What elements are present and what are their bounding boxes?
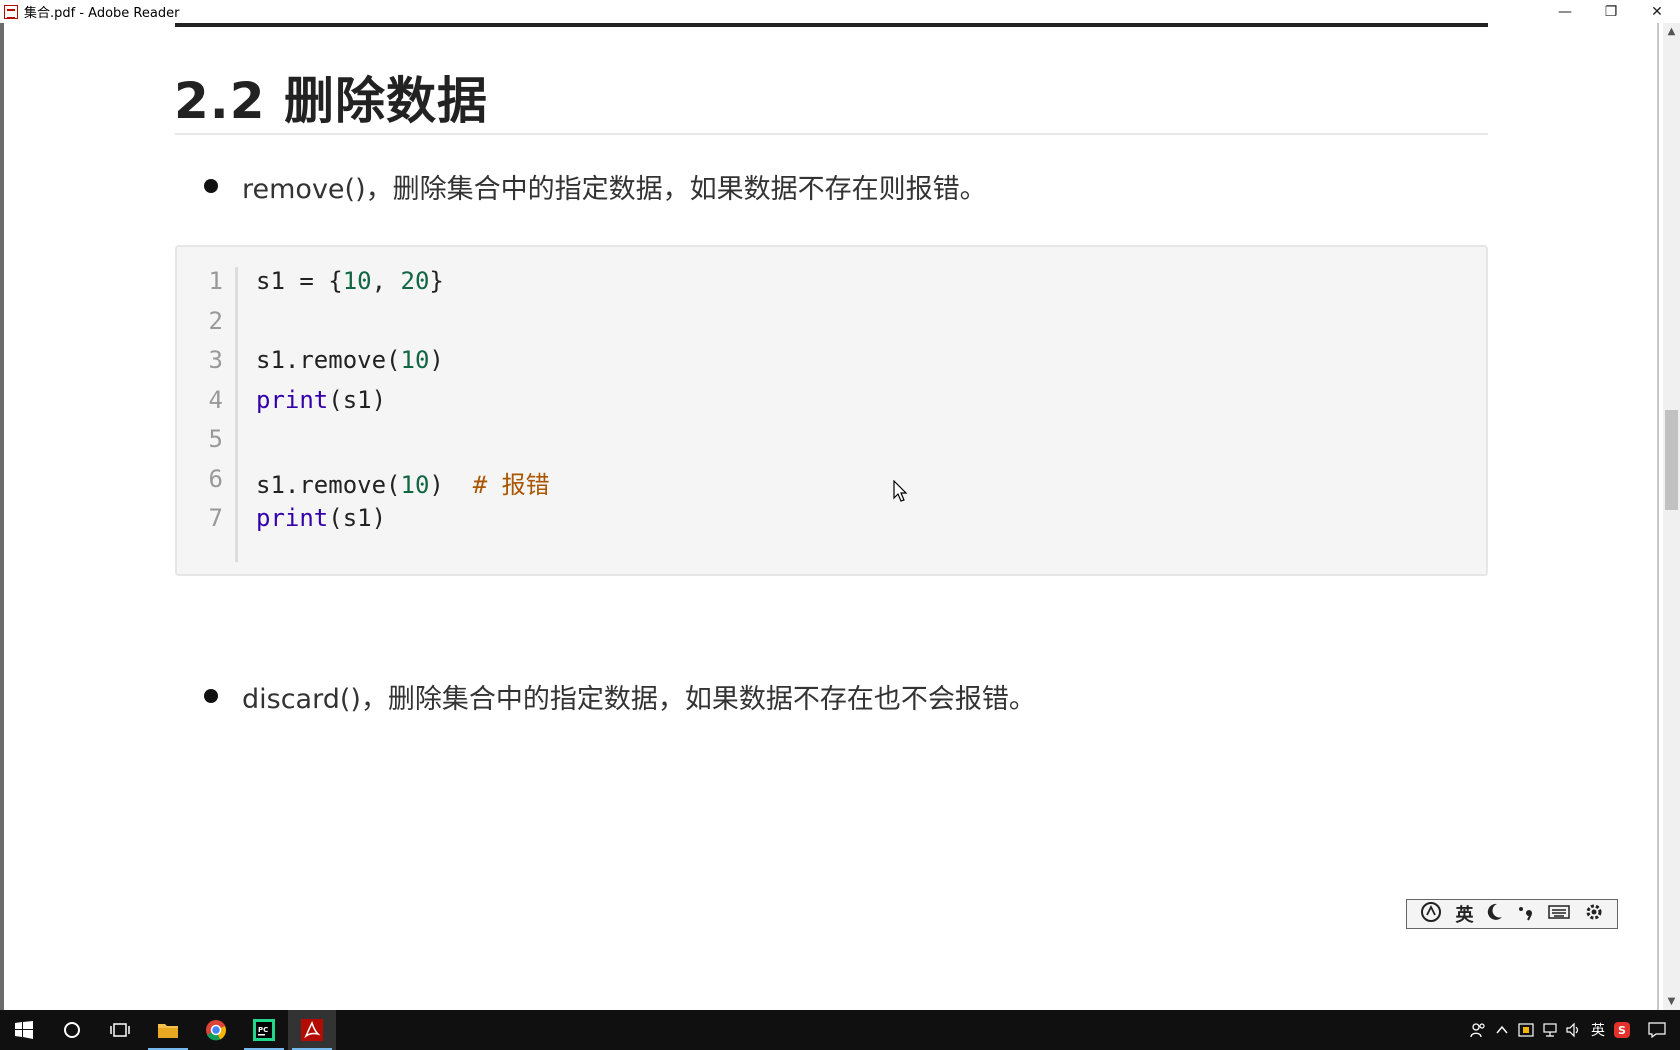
input-language-indicator[interactable]: 英 (1586, 1010, 1610, 1050)
notification-icon[interactable] (1634, 1010, 1680, 1050)
code-gutter (235, 267, 238, 562)
code-token: 10 (400, 470, 430, 499)
system-tray: 英 S (1466, 1010, 1680, 1050)
taskbar: PC 英 S (0, 1010, 1680, 1050)
window-title: 集合.pdf - Adobe Reader (24, 6, 180, 21)
code-line-number: 6 (208, 464, 223, 493)
scroll-up-icon[interactable]: ▲ (1663, 23, 1680, 40)
code-token: s1.remove( (256, 470, 401, 499)
vertical-scrollbar[interactable]: ▲ ▼ (1663, 23, 1680, 1010)
code-token: ) (429, 470, 473, 499)
bullet-dot (204, 179, 218, 193)
punctuation-icon[interactable] (1517, 903, 1535, 926)
section-heading: 2.2 删除数据 (174, 72, 488, 130)
code-line-number: 4 (208, 385, 223, 414)
ime-language-toggle[interactable]: 英 (1455, 901, 1473, 927)
keyboard-icon[interactable] (1548, 904, 1571, 925)
file-explorer-icon[interactable] (144, 1010, 192, 1050)
code-token: (s1) (328, 504, 387, 532)
code-line-number: 3 (208, 346, 223, 374)
security-icon[interactable] (1514, 1010, 1538, 1050)
chevron-up-icon[interactable] (1490, 1010, 1514, 1050)
ime-toolbar[interactable]: 英 (1406, 899, 1618, 929)
code-token: 20 (400, 267, 430, 295)
minimize-button[interactable]: — (1542, 0, 1588, 23)
close-button[interactable]: ✕ (1634, 0, 1680, 23)
moon-icon[interactable] (1487, 903, 1503, 926)
start-icon[interactable] (0, 1010, 48, 1050)
code-token: 10 (400, 346, 430, 374)
code-line: print(s1) (256, 386, 386, 414)
chrome-icon[interactable] (192, 1010, 240, 1050)
document-view[interactable]: 2.2 删除数据 remove()，删除集合中的指定数据，如果数据不存在则报错。… (0, 23, 1680, 1010)
ime-logo-icon[interactable] (1420, 901, 1442, 928)
code-token: ) (429, 346, 444, 374)
adobe-reader-taskbar-icon[interactable] (288, 1010, 336, 1050)
adobe-reader-icon (4, 4, 18, 19)
code-block: 1 s1 = {10, 20} 2 3 s1.remove(10) 4 print(s1) 5… (175, 245, 1488, 576)
code-token: 10 (342, 267, 372, 295)
restore-button[interactable]: ❐ (1588, 0, 1634, 23)
code-token: , (371, 267, 401, 295)
sogou-ime-icon[interactable]: S (1610, 1010, 1634, 1050)
title-bar: 集合.pdf - Adobe Reader — ❐ ✕ (0, 0, 1680, 23)
code-token: # 报错 (472, 470, 550, 499)
gear-icon[interactable] (1584, 902, 1604, 927)
code-line: s1.remove(10) (256, 346, 444, 374)
code-line: s1 = {10, 20} (256, 267, 444, 295)
mouse-cursor-icon (893, 480, 908, 502)
code-token: print (256, 504, 329, 532)
bullet-remove: remove()，删除集合中的指定数据，如果数据不存在则报错。 (242, 174, 987, 205)
page-top-rule (175, 23, 1488, 27)
code-token: s1.remove( (256, 346, 401, 374)
scroll-down-icon[interactable]: ▼ (1663, 993, 1680, 1010)
page-right-border (1657, 23, 1659, 1010)
code-line-number: 7 (208, 504, 223, 532)
code-token: print (256, 385, 329, 414)
code-line: s1.remove(10) # 报错 (256, 465, 550, 500)
code-line: print(s1) (256, 504, 386, 532)
code-line-number: 1 (208, 267, 223, 295)
task-view-icon[interactable] (96, 1010, 144, 1050)
network-icon[interactable] (1538, 1010, 1562, 1050)
bullet-discard: discard()，删除集合中的指定数据，如果数据不存在也不会报错。 (242, 684, 1036, 715)
window-controls: — ❐ ✕ (1542, 0, 1680, 23)
left-border (0, 23, 4, 1010)
cortana-icon[interactable] (48, 1010, 96, 1050)
people-icon[interactable] (1466, 1010, 1490, 1050)
volume-icon[interactable] (1562, 1010, 1586, 1050)
code-token: } (429, 267, 444, 295)
heading-divider (175, 133, 1488, 135)
svg-text:S: S (1618, 1024, 1626, 1037)
pycharm-icon[interactable]: PC (240, 1010, 288, 1050)
code-line-number: 2 (208, 306, 223, 335)
code-line-number: 5 (208, 425, 223, 453)
svg-text:PC: PC (258, 1026, 268, 1034)
bullet-dot (204, 689, 218, 703)
code-token: (s1) (328, 385, 387, 414)
code-token: s1 = { (256, 267, 343, 295)
scroll-thumb[interactable] (1665, 410, 1678, 510)
